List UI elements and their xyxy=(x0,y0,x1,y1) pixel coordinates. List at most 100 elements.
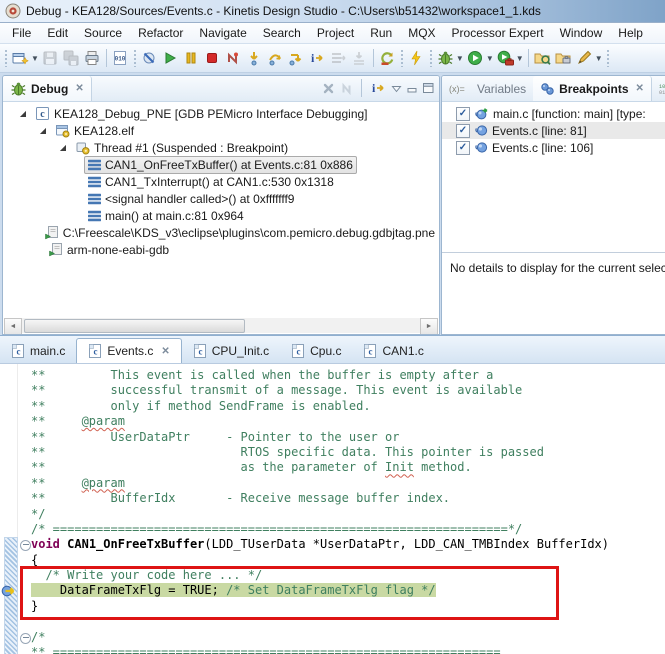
tree-expander-icon[interactable]: ◢ xyxy=(35,126,51,135)
new-button-dropdown-icon[interactable]: ▼ xyxy=(31,54,39,63)
debug-tree-row[interactable]: main() at main.c:81 0x964 xyxy=(3,207,439,224)
debug-tree-row[interactable]: ◢ KEA128.elf xyxy=(3,122,439,139)
debug-tree-row[interactable]: <signal handler called>() at 0xfffffff9 xyxy=(3,190,439,207)
step-over-button[interactable] xyxy=(265,47,286,69)
menu-project[interactable]: Project xyxy=(309,24,362,42)
mark-occurrences-button-dropdown-icon[interactable]: ▼ xyxy=(595,54,603,63)
toolbar-drag-handle[interactable] xyxy=(399,49,404,67)
tree-expander-icon[interactable]: ◢ xyxy=(15,109,31,118)
debug-tree-row[interactable]: CAN1_TxInterrupt() at CAN1.c:530 0x1318 xyxy=(3,173,439,190)
print-button[interactable] xyxy=(82,47,103,69)
run-button-dropdown-icon[interactable]: ▼ xyxy=(486,54,494,63)
close-icon[interactable]: ✕ xyxy=(75,83,83,94)
breakpoint-row[interactable]: Events.c [line: 81] xyxy=(442,122,665,139)
scrollbar-thumb[interactable] xyxy=(24,319,245,333)
maximize-icon[interactable] xyxy=(423,83,434,93)
external-tools-button[interactable] xyxy=(495,47,516,69)
code-line[interactable]: ** RTOS specific data. This pointer is p… xyxy=(31,445,665,460)
debug-button[interactable] xyxy=(435,47,456,69)
debug-tree-row[interactable]: C:\Freescale\KDS_v3\eclipse\plugins\com.… xyxy=(3,224,439,241)
mark-occurrences-button[interactable] xyxy=(574,47,595,69)
open-resource-button[interactable] xyxy=(553,47,574,69)
code-line[interactable]: */ xyxy=(31,507,665,522)
close-icon[interactable]: ✕ xyxy=(636,83,644,94)
debug-tree-row[interactable]: CAN1_OnFreeTxBuffer() at Events.c:81 0x8… xyxy=(3,155,439,174)
scroll-left-icon[interactable]: ◄ xyxy=(4,318,22,334)
run-button[interactable] xyxy=(465,47,486,69)
remove-terminated-icon[interactable] xyxy=(322,82,335,95)
open-element-button[interactable] xyxy=(532,47,553,69)
breakpoint-checkbox[interactable] xyxy=(456,106,470,121)
menu-window[interactable]: Window xyxy=(552,24,611,42)
code-line[interactable]: /* xyxy=(31,630,665,645)
fold-collapse-icon[interactable] xyxy=(20,632,31,644)
scrollbar-track[interactable] xyxy=(22,318,420,333)
toolbar-drag-handle[interactable] xyxy=(132,49,137,67)
disconnect-gray-icon[interactable] xyxy=(340,82,353,95)
instruction-stepping-icon[interactable]: i xyxy=(370,80,386,96)
code-editor[interactable]: ** This event is called when the buffer … xyxy=(0,364,665,654)
code-line[interactable]: ** only if method SendFrame is enabled. xyxy=(31,399,665,414)
breakpoint-checkbox[interactable] xyxy=(456,123,470,138)
editor-tab-cpu_init-c[interactable]: c CPU_Init.c xyxy=(182,339,280,363)
code-line[interactable]: void CAN1_OnFreeTxBuffer(LDD_TUserData *… xyxy=(31,537,665,552)
menu-navigate[interactable]: Navigate xyxy=(191,24,254,42)
menu-processor-expert[interactable]: Processor Expert xyxy=(444,24,552,42)
code-line[interactable]: ** @param xyxy=(31,414,665,429)
toolbar-drag-handle[interactable] xyxy=(4,49,8,67)
toolbar-drag-handle[interactable] xyxy=(428,49,433,67)
generate-code-button[interactable] xyxy=(406,47,427,69)
view-menu-icon[interactable] xyxy=(391,84,402,93)
tab-breakpoints[interactable]: Breakpoints ✕ xyxy=(533,76,652,101)
terminate-button[interactable] xyxy=(202,47,223,69)
step-into-button[interactable] xyxy=(244,47,265,69)
step-return-button[interactable] xyxy=(286,47,307,69)
menu-help[interactable]: Help xyxy=(610,24,651,42)
suspend-button[interactable] xyxy=(181,47,202,69)
breakpoint-row[interactable]: main.c [function: main] [type: xyxy=(442,105,665,122)
tree-expander-icon[interactable]: ◢ xyxy=(55,143,71,152)
code-line[interactable]: ** @param xyxy=(31,476,665,491)
code-line[interactable]: ** This event is called when the buffer … xyxy=(31,368,665,383)
binary-file-button[interactable]: 010 xyxy=(110,47,131,69)
code-line[interactable]: ** UserDataPtr - Pointer to the user or xyxy=(31,430,665,445)
tab-r[interactable]: 10100101R xyxy=(652,76,665,101)
tab-variables[interactable]: (x)= Variables xyxy=(442,76,533,101)
tab-debug[interactable]: Debug ✕ xyxy=(3,76,92,101)
editor-tab-main-c[interactable]: c main.c xyxy=(0,339,76,363)
editor-tab-can1-c[interactable]: c CAN1.c xyxy=(352,339,434,363)
menu-run[interactable]: Run xyxy=(362,24,400,42)
editor-tab-cpu-c[interactable]: c Cpu.c xyxy=(280,339,352,363)
menu-file[interactable]: File xyxy=(4,24,39,42)
breakpoint-row[interactable]: Events.c [line: 106] xyxy=(442,139,665,156)
scroll-right-icon[interactable]: ► xyxy=(420,318,438,334)
fold-collapse-icon[interactable] xyxy=(20,540,31,552)
menu-refactor[interactable]: Refactor xyxy=(130,24,191,42)
instruction-stepping-button[interactable]: i xyxy=(307,47,328,69)
skip-all-breakpoints-button[interactable] xyxy=(139,47,160,69)
menu-search[interactable]: Search xyxy=(255,24,309,42)
minimize-icon[interactable] xyxy=(407,83,418,93)
disconnect-button[interactable] xyxy=(223,47,244,69)
breakpoint-checkbox[interactable] xyxy=(456,140,470,155)
debug-button-dropdown-icon[interactable]: ▼ xyxy=(456,54,464,63)
refresh-button[interactable] xyxy=(377,47,398,69)
menu-source[interactable]: Source xyxy=(76,24,130,42)
new-button[interactable] xyxy=(10,47,31,69)
debug-tree-row[interactable]: ◢ c KEA128_Debug_PNE [GDB PEMicro Interfac… xyxy=(3,105,439,122)
code-line[interactable]: ** successful transmit of a message. Thi… xyxy=(31,383,665,398)
code-line[interactable]: ** as the parameter of Init method. xyxy=(31,460,665,475)
resume-button[interactable] xyxy=(160,47,181,69)
close-icon[interactable]: ✕ xyxy=(161,346,169,357)
external-tools-button-dropdown-icon[interactable]: ▼ xyxy=(516,54,524,63)
menu-mqx[interactable]: MQX xyxy=(400,24,443,42)
debug-tree-row[interactable]: ◢ Thread #1 (Suspended : Breakpoint) xyxy=(3,139,439,156)
code-line[interactable]: ** BufferIdx - Receive message buffer in… xyxy=(31,491,665,506)
debug-tree-row[interactable]: arm-none-eabi-gdb xyxy=(3,241,439,258)
menu-edit[interactable]: Edit xyxy=(39,24,76,42)
breakpoint-instruction-pointer-icon[interactable] xyxy=(1,584,16,598)
editor-tab-events-c[interactable]: c Events.c ✕ xyxy=(76,338,182,363)
code-line[interactable]: /* =====================================… xyxy=(31,522,665,537)
horizontal-scrollbar[interactable]: ◄ ► xyxy=(4,318,438,334)
toolbar-drag-handle[interactable] xyxy=(605,49,610,67)
